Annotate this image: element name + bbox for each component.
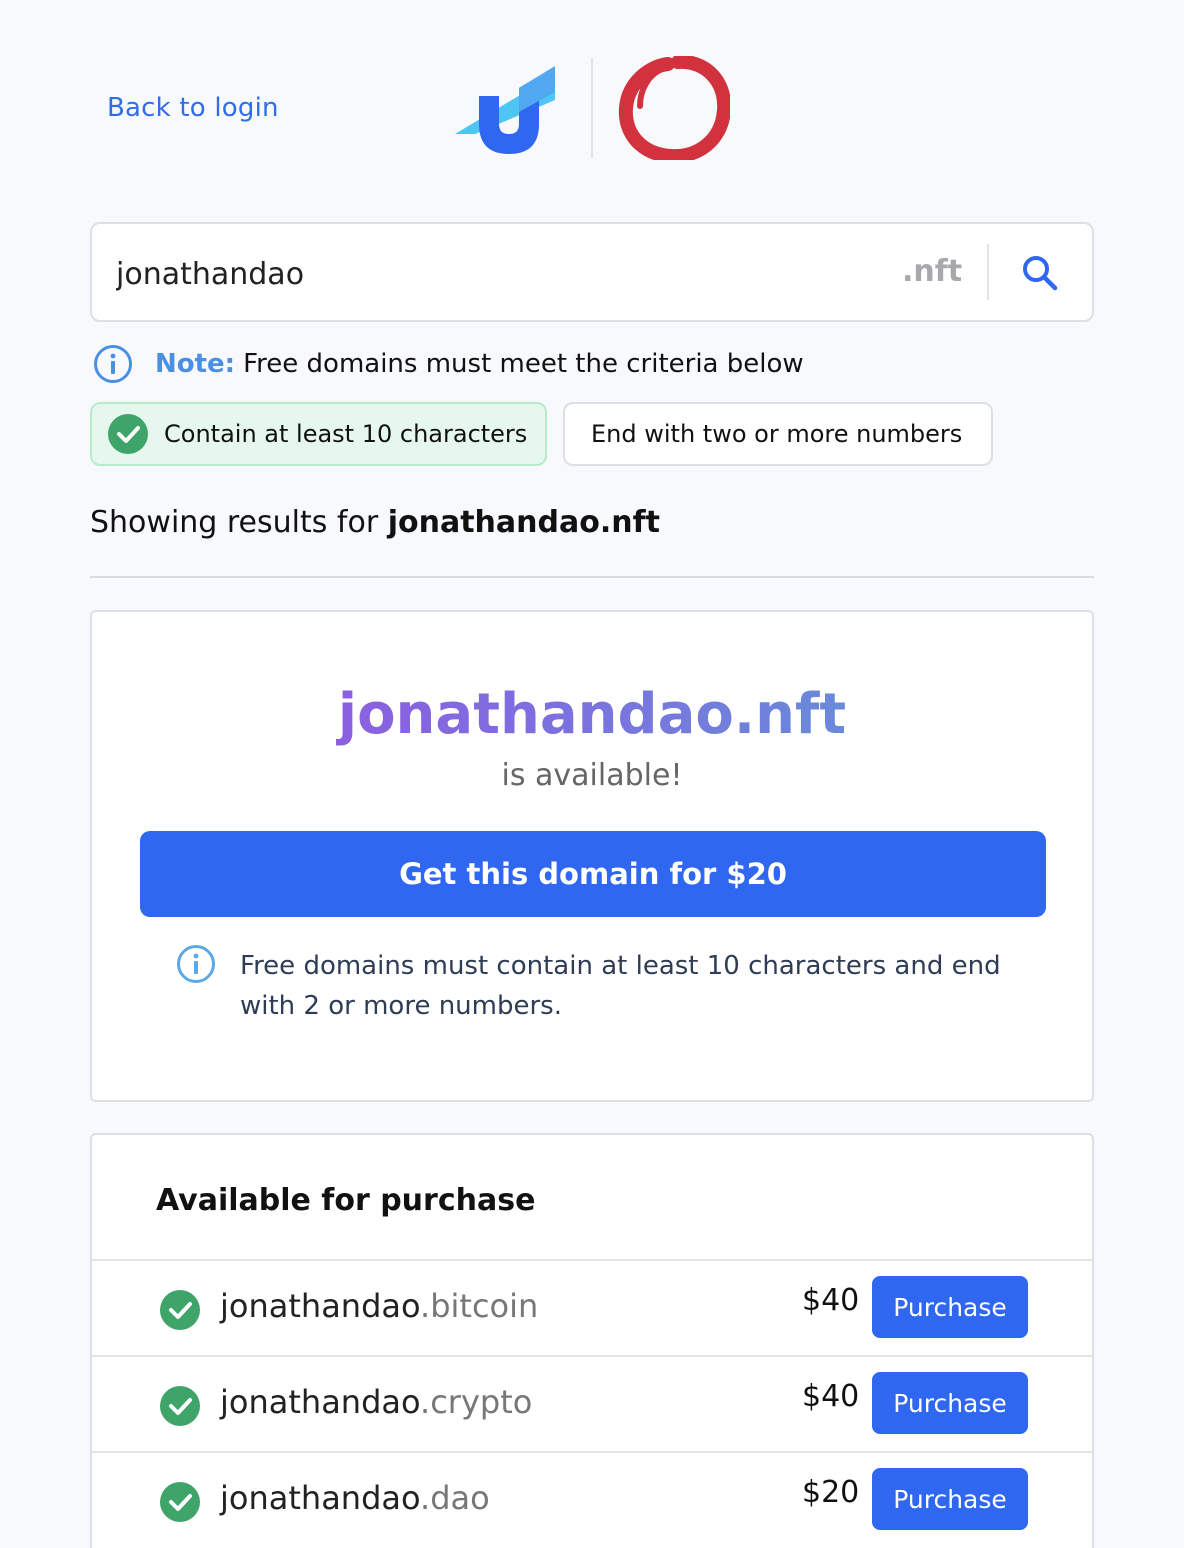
domain-extension: .crypto	[420, 1383, 533, 1421]
get-domain-button[interactable]: Get this domain for $20	[140, 831, 1046, 917]
info-icon	[177, 945, 215, 983]
domain-price: $40	[802, 1379, 860, 1414]
header: Back to login	[0, 0, 1184, 200]
purchase-card: Available for purchase jonathandao.bitco…	[90, 1133, 1094, 1548]
results-prefix: Showing results for	[90, 505, 379, 540]
purchase-title: Available for purchase	[156, 1183, 536, 1218]
domain-base: jonathandao	[220, 1479, 421, 1517]
domain-extension: .dao	[420, 1479, 490, 1517]
domain-name: jonathandao.crypto	[220, 1383, 532, 1421]
note-label: Note:	[155, 349, 236, 379]
divider	[90, 576, 1094, 578]
unstoppable-domains-logo	[455, 66, 555, 154]
info-icon	[94, 345, 132, 383]
purchase-button[interactable]: Purchase	[872, 1372, 1028, 1434]
domain-extension: .bitcoin	[420, 1287, 539, 1325]
domain-base: jonathandao	[220, 1287, 421, 1325]
availability-status: is available!	[501, 758, 683, 793]
domain-row: jonathandao.crypto $40 Purchase	[92, 1355, 1092, 1451]
domain-search-box: .nft	[90, 222, 1094, 322]
purchase-button[interactable]: Purchase	[872, 1276, 1028, 1338]
back-to-login-link[interactable]: Back to login	[107, 93, 279, 123]
domain-name: jonathandao.dao	[220, 1479, 490, 1517]
domain-base: jonathandao	[220, 1383, 421, 1421]
criterion-label: Contain at least 10 characters	[164, 420, 528, 448]
check-circle-icon	[108, 414, 148, 454]
search-button[interactable]	[1012, 246, 1068, 300]
results-heading: Showing results for jonathandao.nft	[90, 505, 660, 540]
domain-price: $20	[802, 1475, 860, 1510]
domain-row: jonathandao.bitcoin $40 Purchase	[92, 1259, 1092, 1355]
domain-price: $40	[802, 1283, 860, 1318]
purchase-button[interactable]: Purchase	[872, 1468, 1028, 1530]
search-icon	[1023, 256, 1058, 291]
available-domain-name: jonathandao.nft	[92, 682, 1092, 747]
criterion-end-numbers: End with two or more numbers	[563, 402, 993, 466]
logo-divider	[591, 58, 593, 158]
criterion-min-characters: Contain at least 10 characters	[90, 402, 547, 466]
domain-search-input[interactable]	[116, 252, 876, 296]
domain-row: jonathandao.dao $20 Purchase	[92, 1451, 1092, 1547]
check-circle-icon	[160, 1482, 200, 1522]
domain-name: jonathandao.bitcoin	[220, 1287, 538, 1325]
note-text: Free domains must meet the criteria belo…	[243, 349, 804, 379]
free-domain-info: Free domains must contain at least 10 ch…	[240, 951, 1001, 1021]
results-query: jonathandao.nft	[387, 505, 660, 540]
tld-suffix: .nft	[902, 254, 963, 289]
enso-ring-logo	[618, 56, 730, 160]
search-divider	[987, 244, 989, 300]
note-row: Note: Free domains must meet the criteri…	[93, 344, 804, 384]
availability-card: jonathandao.nft is available! Get this d…	[90, 610, 1094, 1102]
check-circle-icon	[160, 1290, 200, 1330]
check-circle-icon	[160, 1386, 200, 1426]
criterion-label: End with two or more numbers	[591, 420, 963, 448]
